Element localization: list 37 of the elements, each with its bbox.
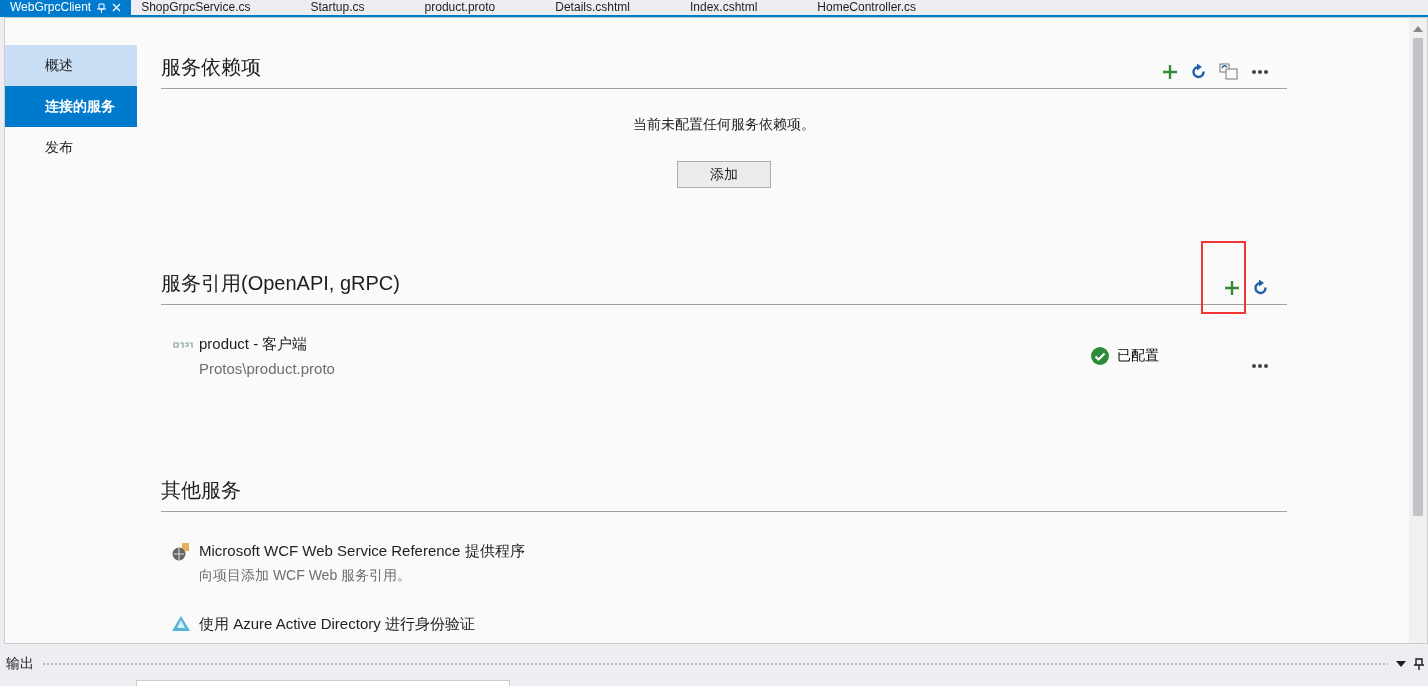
globe-icon (171, 542, 191, 562)
provider-name[interactable]: 使用 Azure Active Directory 进行身份验证 (199, 615, 475, 634)
scrollbar[interactable] (1409, 18, 1427, 643)
panel-title: 输出 (6, 655, 34, 673)
document-tab[interactable]: Index.cshtml (679, 0, 768, 15)
section-title: 其他服务 (161, 478, 241, 503)
pin-icon[interactable] (1414, 658, 1424, 670)
reference-path: Protos\product.proto (199, 360, 335, 377)
reference-name[interactable]: product - 客户端 (199, 335, 335, 354)
scroll-up-icon[interactable] (1413, 26, 1423, 32)
provider-name[interactable]: Microsoft WCF Web Service Reference 提供程序 (199, 542, 525, 561)
document-tab[interactable]: WebGrpcClient (0, 0, 132, 15)
sidebar-item[interactable]: 发布 (5, 127, 137, 168)
add-icon[interactable] (1223, 279, 1241, 297)
document-tab[interactable]: HomeController.cs (807, 0, 927, 15)
refresh-icon[interactable] (1253, 279, 1269, 297)
close-icon[interactable] (112, 3, 122, 12)
document-tab[interactable]: Startup.cs (300, 0, 375, 15)
section-title: 服务引用(OpenAPI, gRPC) (161, 271, 400, 296)
grpc-logo-icon (173, 341, 193, 349)
more-icon[interactable] (1251, 363, 1269, 369)
document-tab[interactable]: Details.cshtml (545, 0, 640, 15)
document-tab[interactable]: product.proto (414, 0, 506, 15)
dropdown-icon[interactable] (1396, 661, 1406, 667)
pyramid-icon (171, 615, 191, 633)
sidebar-item[interactable]: 连接的服务 (5, 86, 137, 127)
add-icon[interactable] (1161, 63, 1179, 81)
add-button[interactable]: 添加 (677, 161, 771, 188)
refresh-icon[interactable] (1191, 63, 1207, 81)
section-title: 服务依赖项 (161, 55, 261, 80)
provider-description: 向项目添加 WCF Web 服务引用。 (199, 567, 413, 585)
more-icon[interactable] (1251, 69, 1269, 75)
document-tab[interactable]: ShopGrpcService.cs (131, 0, 261, 15)
status-label: 已配置 (1117, 347, 1159, 365)
empty-message: 当前未配置任何服务依赖项。 (632, 116, 816, 134)
sidebar-item[interactable]: 概述 (5, 45, 137, 86)
window-icon[interactable] (1219, 63, 1239, 81)
